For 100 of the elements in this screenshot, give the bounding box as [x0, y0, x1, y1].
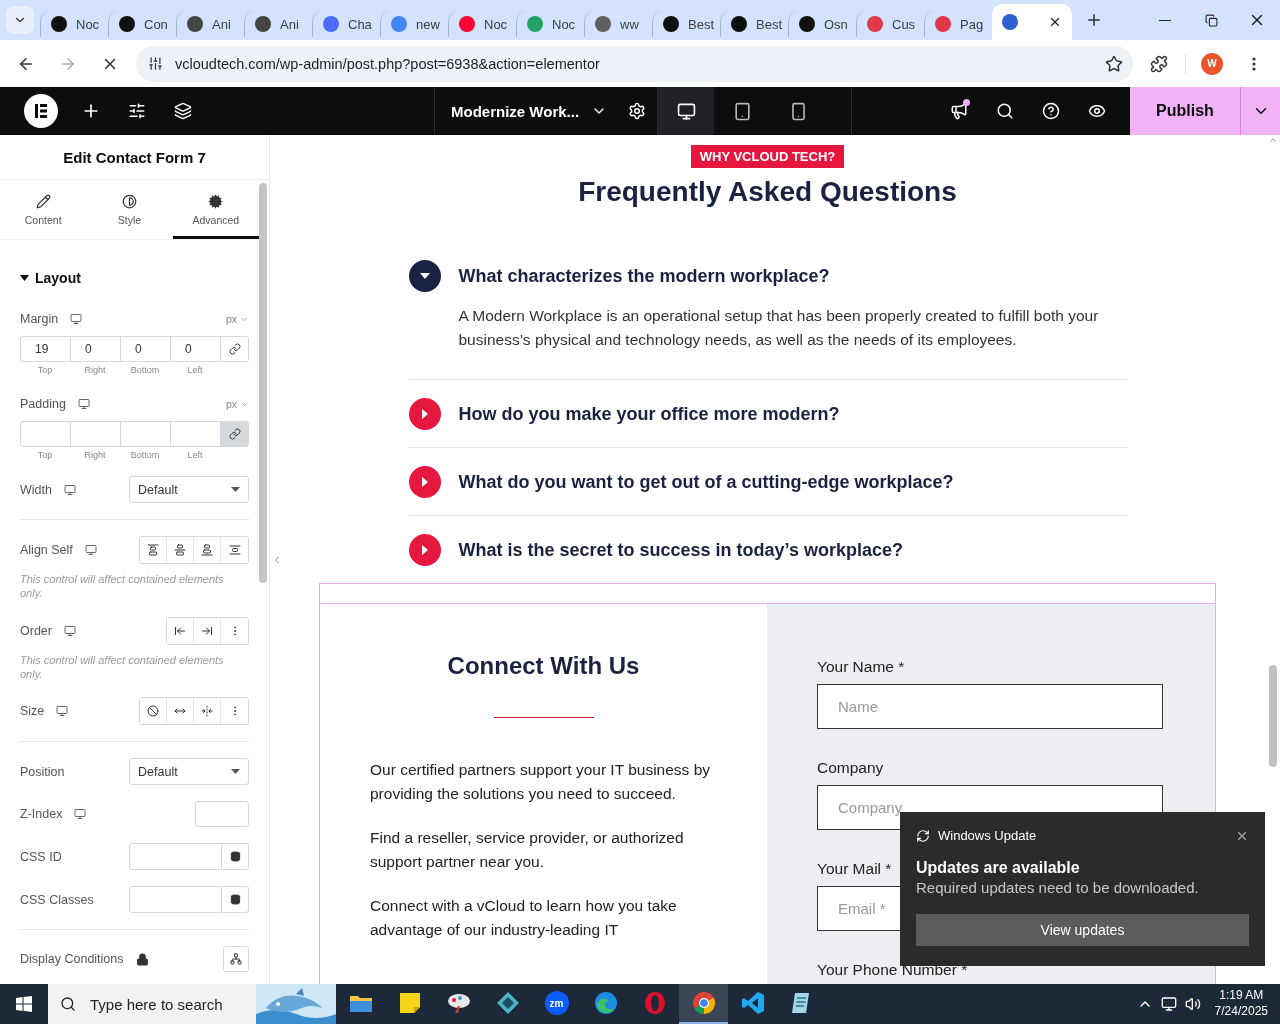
option-button[interactable] — [167, 617, 195, 644]
eye-icon — [1088, 102, 1106, 120]
site-settings-icon — [148, 56, 163, 71]
document-title[interactable]: Modernize Work... — [451, 102, 608, 120]
link-button[interactable] — [221, 422, 249, 446]
browser-tab[interactable]: Best — [720, 11, 788, 37]
faq-question[interactable]: What is the secret to success in today’s workplace? — [408, 534, 1127, 566]
option-button[interactable] — [140, 537, 168, 563]
browser-tab[interactable]: Cus — [856, 11, 924, 37]
puzzle-icon — [1150, 54, 1168, 73]
start-icon — [16, 996, 32, 1012]
browser-tab[interactable]: Cha — [312, 11, 380, 37]
browser-tab[interactable]: Ani — [244, 11, 312, 37]
section-toggle[interactable]: Layout — [20, 270, 81, 286]
scrollbar-thumb[interactable] — [259, 183, 268, 583]
shrink-icon — [201, 705, 214, 718]
database-icon — [229, 851, 241, 863]
toast-message: Required updates need to be downloaded. — [916, 879, 1200, 896]
close-icon[interactable] — [1048, 15, 1062, 29]
control-label: Margin — [20, 312, 59, 326]
select-field[interactable]: Default — [129, 476, 250, 503]
view-updates-button[interactable]: View updates — [916, 914, 1249, 946]
browser-tab[interactable]: Best — [652, 11, 720, 37]
url-text: vcloudtech.com/wp-admin/post.php?post=6938&action=elementor — [175, 55, 601, 72]
browser-tab[interactable]: Noc — [40, 11, 108, 37]
panel-tab[interactable]: Style — [86, 180, 173, 239]
side-label: Left — [186, 450, 204, 460]
input-field[interactable]: 0 — [121, 337, 171, 361]
help-text: This control will affect contained elements only. — [20, 572, 225, 601]
browser-tab[interactable] — [992, 4, 1072, 40]
taskbar-app-button[interactable]: zm — [532, 984, 581, 1024]
desktop-icon[interactable] — [77, 398, 90, 410]
taskbar-app-button[interactable] — [679, 984, 728, 1024]
browser-tab[interactable]: Noc — [516, 11, 584, 37]
desktop-icon[interactable] — [56, 705, 69, 718]
search-input[interactable]: Type here to search — [88, 994, 238, 1014]
input-field[interactable]: Name — [817, 684, 1163, 729]
link-icon — [228, 428, 241, 440]
desktop-icon[interactable] — [74, 808, 87, 821]
browser-tab[interactable]: new — [380, 11, 448, 37]
restore-icon — [1204, 13, 1218, 27]
field-label: Company — [817, 759, 884, 777]
browser-tab[interactable]: Con — [108, 11, 176, 37]
desktop-view-button[interactable] — [658, 87, 714, 135]
contact-paragraph: Find a reseller, service provider, or authorized support partner near you. — [370, 828, 685, 872]
arrow-left-bar-icon — [174, 624, 187, 637]
option-button[interactable] — [140, 698, 168, 725]
desktop-icon[interactable] — [84, 544, 97, 556]
control-label: Width — [20, 482, 52, 497]
scrollbar-thumb[interactable] — [1268, 665, 1277, 767]
section-heading: Frequently Asked Questions — [578, 176, 957, 208]
date-text: 7/24/2025 — [1214, 1004, 1268, 1020]
browser-tab[interactable]: Osn — [788, 11, 856, 37]
faq-question[interactable]: How do you make your office more modern? — [408, 398, 1127, 430]
control-label: Order — [20, 623, 52, 638]
control-label: Size — [20, 704, 45, 719]
help-icon — [1042, 102, 1060, 120]
code-editor-icon — [740, 991, 765, 1015]
editor-logo-icon[interactable] — [24, 94, 58, 128]
scroll-up-icon — [1267, 135, 1278, 145]
unit-select[interactable]: px — [225, 398, 250, 410]
address-bar[interactable]: vcloudtech.com/wp-admin/post.php?post=6938&action=elementor — [136, 45, 1133, 82]
desktop-icon[interactable] — [70, 313, 83, 325]
stretch-icon — [228, 544, 241, 556]
side-label: Right — [83, 450, 107, 460]
dynamic-tags-button[interactable] — [222, 886, 250, 914]
more-icon — [1252, 56, 1256, 71]
browser-tab[interactable]: Ani — [176, 11, 244, 37]
faq-question[interactable]: What do you want to get out of a cutting-edge workplace? — [408, 466, 1127, 498]
dynamic-tags-button[interactable] — [222, 843, 250, 871]
toast-title: Updates are available — [916, 859, 1081, 877]
input-field[interactable]: 19 — [21, 337, 71, 361]
clock[interactable]: 1:19 AM 7/24/2025 — [1214, 988, 1268, 1020]
minimize-icon — [1159, 19, 1171, 21]
desktop-icon[interactable] — [63, 483, 76, 496]
browser-tab[interactable]: ww — [584, 11, 652, 37]
publish-button[interactable]: Publish — [1130, 87, 1240, 135]
select-field[interactable]: Default — [129, 758, 250, 786]
align-bottom-icon — [201, 544, 214, 556]
unit-select[interactable]: px — [225, 313, 250, 325]
conditions-button[interactable] — [223, 946, 250, 973]
control-label: Display Conditions — [20, 952, 124, 967]
tablet-icon — [732, 101, 752, 121]
input-field[interactable]: 0 — [71, 337, 121, 361]
link-icon — [228, 343, 241, 355]
panel-title: Edit Contact Form 7 — [63, 148, 206, 166]
note-icon — [398, 992, 421, 1014]
panel-tab[interactable]: Content — [0, 180, 87, 239]
settings-icon — [628, 102, 647, 120]
side-label: Right — [83, 365, 107, 375]
contact-paragraph: Our certified partners support your IT business by providing the solutions you need to succeed. — [370, 760, 711, 804]
volume-icon — [1184, 996, 1201, 1012]
desktop-icon[interactable] — [63, 624, 76, 637]
gear-icon — [208, 194, 224, 209]
browser-tab[interactable]: Noc — [448, 11, 516, 37]
toast-app-name: Windows Update — [938, 828, 1037, 843]
opera-icon — [642, 991, 667, 1015]
megaphone-icon — [950, 102, 968, 120]
search-icon — [60, 996, 76, 1012]
faq-question[interactable]: What characterizes the modern workplace? — [408, 260, 1127, 292]
